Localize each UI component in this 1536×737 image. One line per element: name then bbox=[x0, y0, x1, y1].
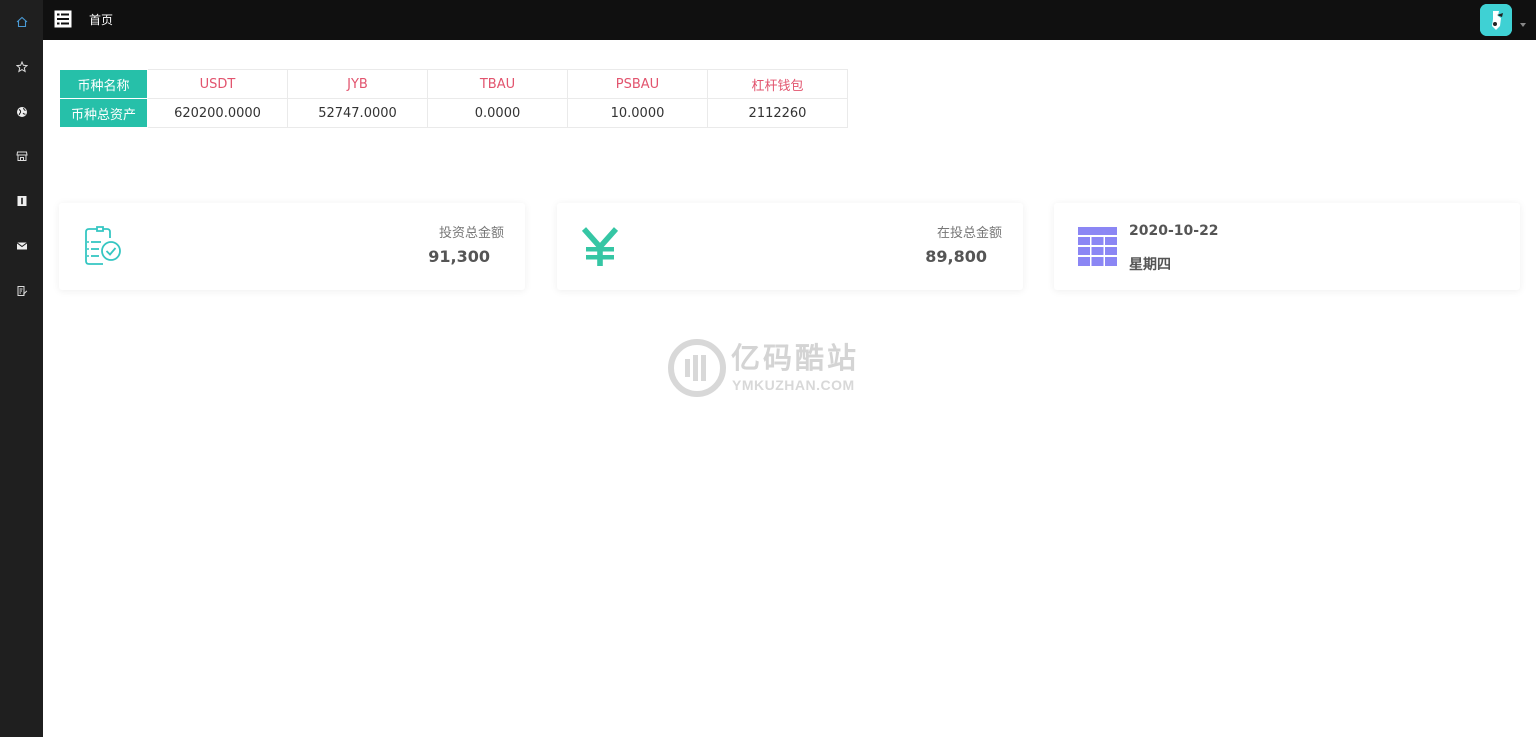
coin-total-cell: 0.0000 bbox=[427, 98, 568, 128]
sidebar-item-edit-doc[interactable] bbox=[0, 281, 43, 301]
sidebar-item-home[interactable] bbox=[0, 12, 43, 32]
investment-total-card: 投资总金额 91,300 bbox=[59, 203, 525, 290]
coin-name-cell: TBAU bbox=[427, 69, 568, 99]
investment-total-label: 投资总金额 bbox=[438, 226, 504, 241]
menu-toggle-button[interactable] bbox=[54, 10, 72, 28]
date-card: 2020-10-22 星期四 bbox=[1054, 203, 1520, 290]
sidebar-item-globe[interactable] bbox=[0, 102, 43, 122]
user-menu-caret-icon[interactable] bbox=[1520, 23, 1526, 27]
coin-name-cell: 杠杆钱包 bbox=[707, 69, 848, 99]
current-date: 2020-10-22 bbox=[1129, 223, 1219, 239]
row-header-coin-total: 币种总资产 bbox=[59, 98, 148, 128]
coin-total-cell: 620200.0000 bbox=[147, 98, 288, 128]
investing-total-label: 在投总金额 bbox=[936, 226, 1002, 241]
table-row: 币种总资产 620200.0000 52747.0000 0.0000 10.0… bbox=[59, 98, 848, 128]
sidebar-item-mail[interactable] bbox=[0, 236, 43, 256]
star-icon bbox=[15, 61, 28, 73]
coin-name-cell: JYB bbox=[287, 69, 428, 99]
assets-table: 币种名称 USDT JYB TBAU PSBAU 杠杆钱包 币种总资产 6202… bbox=[59, 69, 848, 128]
watermark-title: 亿码酷站 bbox=[731, 341, 860, 375]
investing-total-card: 在投总金额 89,800 bbox=[557, 203, 1023, 290]
sidebar-item-info[interactable] bbox=[0, 191, 43, 211]
row-header-coin-name: 币种名称 bbox=[59, 69, 148, 99]
calendar-table-icon bbox=[1078, 227, 1117, 266]
home-icon bbox=[16, 16, 27, 28]
investment-total-value: 91,300 bbox=[428, 247, 490, 266]
coin-total-cell: 52747.0000 bbox=[287, 98, 428, 128]
sidebar-item-store[interactable] bbox=[0, 146, 43, 166]
coin-name-cell: PSBAU bbox=[567, 69, 708, 99]
tab-home[interactable]: 首页 bbox=[89, 12, 113, 28]
yen-icon bbox=[581, 227, 619, 266]
user-avatar[interactable] bbox=[1480, 4, 1512, 36]
current-weekday: 星期四 bbox=[1129, 257, 1171, 273]
watermark-logo-bars-icon bbox=[685, 355, 706, 381]
document-check-icon bbox=[85, 226, 121, 265]
coin-name-cell: USDT bbox=[147, 69, 288, 99]
avatar-image bbox=[1480, 4, 1512, 36]
edit-doc-icon bbox=[17, 286, 27, 296]
menu-list-icon bbox=[54, 10, 72, 28]
store-icon bbox=[15, 151, 28, 161]
watermark-subtitle: YMKUZHAN.COM bbox=[732, 377, 855, 393]
coin-total-cell: 2112260 bbox=[707, 98, 848, 128]
mail-icon bbox=[16, 242, 27, 250]
sidebar-item-favorites[interactable] bbox=[0, 57, 43, 77]
sidebar bbox=[0, 0, 43, 737]
table-row: 币种名称 USDT JYB TBAU PSBAU 杠杆钱包 bbox=[59, 69, 848, 99]
coin-total-cell: 10.0000 bbox=[567, 98, 708, 128]
info-icon bbox=[17, 196, 26, 206]
top-bar: 首页 bbox=[43, 0, 1536, 40]
globe-icon bbox=[16, 107, 27, 117]
investing-total-value: 89,800 bbox=[925, 247, 987, 266]
watermark-logo-icon bbox=[668, 339, 726, 397]
